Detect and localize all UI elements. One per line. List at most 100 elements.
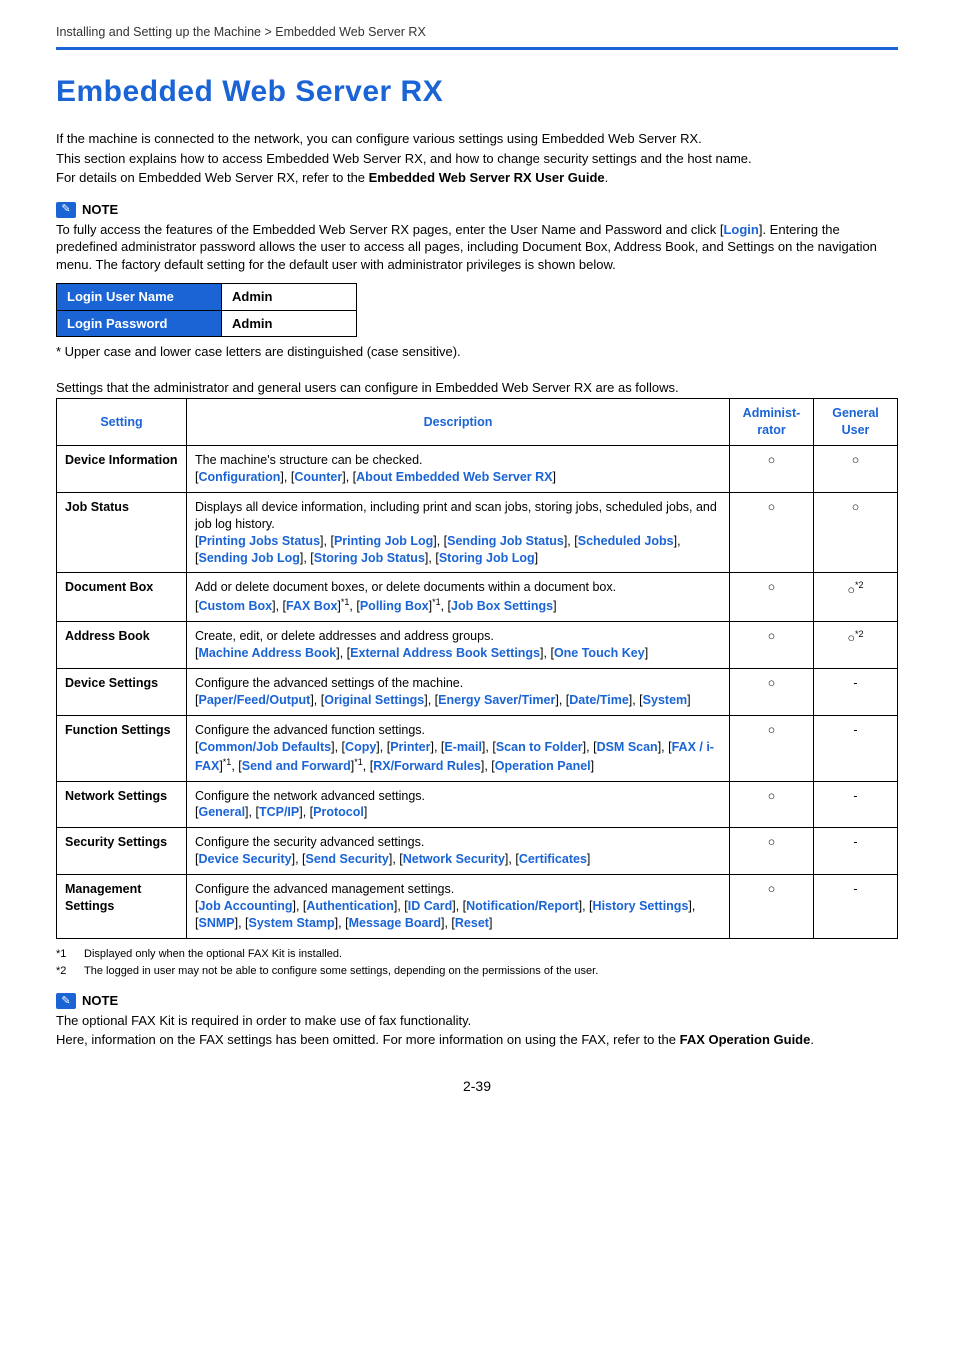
- login-row-username: Login User Name Admin: [57, 284, 357, 311]
- circle-icon: [768, 882, 776, 896]
- table-row: Device Information The machine's structu…: [57, 446, 898, 493]
- link-sending-job-status[interactable]: Sending Job Status: [447, 534, 564, 548]
- footnote-ref: *1: [341, 597, 350, 607]
- desc-text: Create, edit, or delete addresses and ad…: [195, 629, 494, 643]
- link-common-job-defaults[interactable]: Common/Job Defaults: [198, 740, 331, 754]
- user-cell: -: [814, 828, 898, 875]
- footnote-1: *1Displayed only when the optional FAX K…: [56, 947, 898, 962]
- note-label-2: NOTE: [82, 992, 118, 1010]
- user-cell: -: [814, 715, 898, 781]
- link-fax-box[interactable]: FAX Box: [286, 599, 337, 613]
- link-polling-box[interactable]: Polling Box: [360, 599, 429, 613]
- link-sending-job-log[interactable]: Sending Job Log: [198, 551, 299, 565]
- circle-icon: [768, 723, 776, 737]
- desc-text: Displays all device information, includi…: [195, 500, 717, 531]
- note2-line2: Here, information on the FAX settings ha…: [56, 1031, 898, 1049]
- link-network-security[interactable]: Network Security: [403, 852, 505, 866]
- desc-text: Configure the advanced function settings…: [195, 723, 425, 737]
- setting-name: Function Settings: [57, 715, 187, 781]
- link-one-touch-key[interactable]: One Touch Key: [554, 646, 645, 660]
- admin-cell: [730, 573, 814, 622]
- link-scan-to-folder[interactable]: Scan to Folder: [496, 740, 583, 754]
- footnote-ref: *1: [354, 757, 363, 767]
- desc-text: The machine's structure can be checked.: [195, 453, 423, 467]
- link-operation-panel[interactable]: Operation Panel: [495, 759, 591, 773]
- table-row: Function Settings Configure the advanced…: [57, 715, 898, 781]
- link-configuration[interactable]: Configuration: [198, 470, 280, 484]
- link-energy-saver[interactable]: Energy Saver/Timer: [438, 693, 555, 707]
- link-general[interactable]: General: [198, 805, 245, 819]
- link-certificates[interactable]: Certificates: [519, 852, 587, 866]
- link-message-board[interactable]: Message Board: [349, 916, 441, 930]
- link-custom-box[interactable]: Custom Box: [198, 599, 272, 613]
- footnote-ref: *1: [223, 757, 232, 767]
- note-header-1: ✎ NOTE: [56, 201, 898, 219]
- user-cell: [814, 446, 898, 493]
- intro-line-2: This section explains how to access Embe…: [56, 150, 898, 168]
- setting-desc: Create, edit, or delete addresses and ad…: [187, 622, 730, 669]
- link-dsm-scan[interactable]: DSM Scan: [597, 740, 658, 754]
- link-scheduled-jobs[interactable]: Scheduled Jobs: [578, 534, 674, 548]
- link-storing-job-status[interactable]: Storing Job Status: [314, 551, 425, 565]
- circle-icon: [768, 835, 776, 849]
- link-printer[interactable]: Printer: [390, 740, 430, 754]
- note-block-1: ✎ NOTE To fully access the features of t…: [56, 201, 898, 273]
- link-storing-job-log[interactable]: Storing Job Log: [439, 551, 535, 565]
- setting-desc: The machine's structure can be checked. …: [187, 446, 730, 493]
- link-rx-forward-rules[interactable]: RX/Forward Rules: [373, 759, 481, 773]
- setting-name: Security Settings: [57, 828, 187, 875]
- link-printing-job-log[interactable]: Printing Job Log: [334, 534, 433, 548]
- note-icon: ✎: [56, 993, 76, 1009]
- footnote-2: *2The logged in user may not be able to …: [56, 964, 898, 979]
- table-row: Security Settings Configure the security…: [57, 828, 898, 875]
- footnote-text: The logged in user may not be able to co…: [84, 964, 598, 979]
- link-date-time[interactable]: Date/Time: [569, 693, 629, 707]
- footnote-key: *1: [56, 947, 74, 962]
- setting-name: Device Information: [57, 446, 187, 493]
- table-row: Management Settings Configure the advanc…: [57, 875, 898, 939]
- link-send-security[interactable]: Send Security: [306, 852, 389, 866]
- setting-name: Document Box: [57, 573, 187, 622]
- setting-name: Network Settings: [57, 781, 187, 828]
- link-copy[interactable]: Copy: [345, 740, 376, 754]
- link-job-accounting[interactable]: Job Accounting: [198, 899, 292, 913]
- login-link[interactable]: Login: [723, 222, 758, 237]
- link-job-box-settings[interactable]: Job Box Settings: [451, 599, 553, 613]
- setting-desc: Configure the network advanced settings.…: [187, 781, 730, 828]
- setting-name: Device Settings: [57, 669, 187, 716]
- link-id-card[interactable]: ID Card: [408, 899, 452, 913]
- admin-cell: [730, 622, 814, 669]
- link-about[interactable]: About Embedded Web Server RX: [356, 470, 552, 484]
- link-printing-jobs-status[interactable]: Printing Jobs Status: [198, 534, 320, 548]
- link-machine-address-book[interactable]: Machine Address Book: [198, 646, 336, 660]
- intro-line-3: For details on Embedded Web Server RX, r…: [56, 169, 898, 187]
- login-password-value: Admin: [222, 310, 357, 337]
- circle-icon: [847, 583, 855, 597]
- link-email[interactable]: E-mail: [444, 740, 482, 754]
- header-description: Description: [187, 399, 730, 446]
- admin-cell: [730, 781, 814, 828]
- link-counter[interactable]: Counter: [294, 470, 342, 484]
- note1-text: To fully access the features of the Embe…: [56, 221, 898, 274]
- link-paper-feed-output[interactable]: Paper/Feed/Output: [198, 693, 310, 707]
- link-original-settings[interactable]: Original Settings: [324, 693, 424, 707]
- link-notification-report[interactable]: Notification/Report: [466, 899, 579, 913]
- user-cell: [814, 492, 898, 573]
- link-authentication[interactable]: Authentication: [306, 899, 394, 913]
- link-send-forward[interactable]: Send and Forward: [242, 759, 351, 773]
- circle-icon: [768, 453, 776, 467]
- circle-icon: [847, 631, 855, 645]
- intro-line-1: If the machine is connected to the netwo…: [56, 130, 898, 148]
- circle-icon: [768, 500, 776, 514]
- admin-cell: [730, 715, 814, 781]
- link-external-address-book[interactable]: External Address Book Settings: [350, 646, 540, 660]
- link-protocol[interactable]: Protocol: [313, 805, 364, 819]
- link-system[interactable]: System: [643, 693, 687, 707]
- link-device-security[interactable]: Device Security: [198, 852, 291, 866]
- link-snmp[interactable]: SNMP: [198, 916, 234, 930]
- user-cell: -: [814, 781, 898, 828]
- link-tcpip[interactable]: TCP/IP: [259, 805, 299, 819]
- link-system-stamp[interactable]: System Stamp: [249, 916, 335, 930]
- link-history-settings[interactable]: History Settings: [593, 899, 689, 913]
- link-reset[interactable]: Reset: [455, 916, 489, 930]
